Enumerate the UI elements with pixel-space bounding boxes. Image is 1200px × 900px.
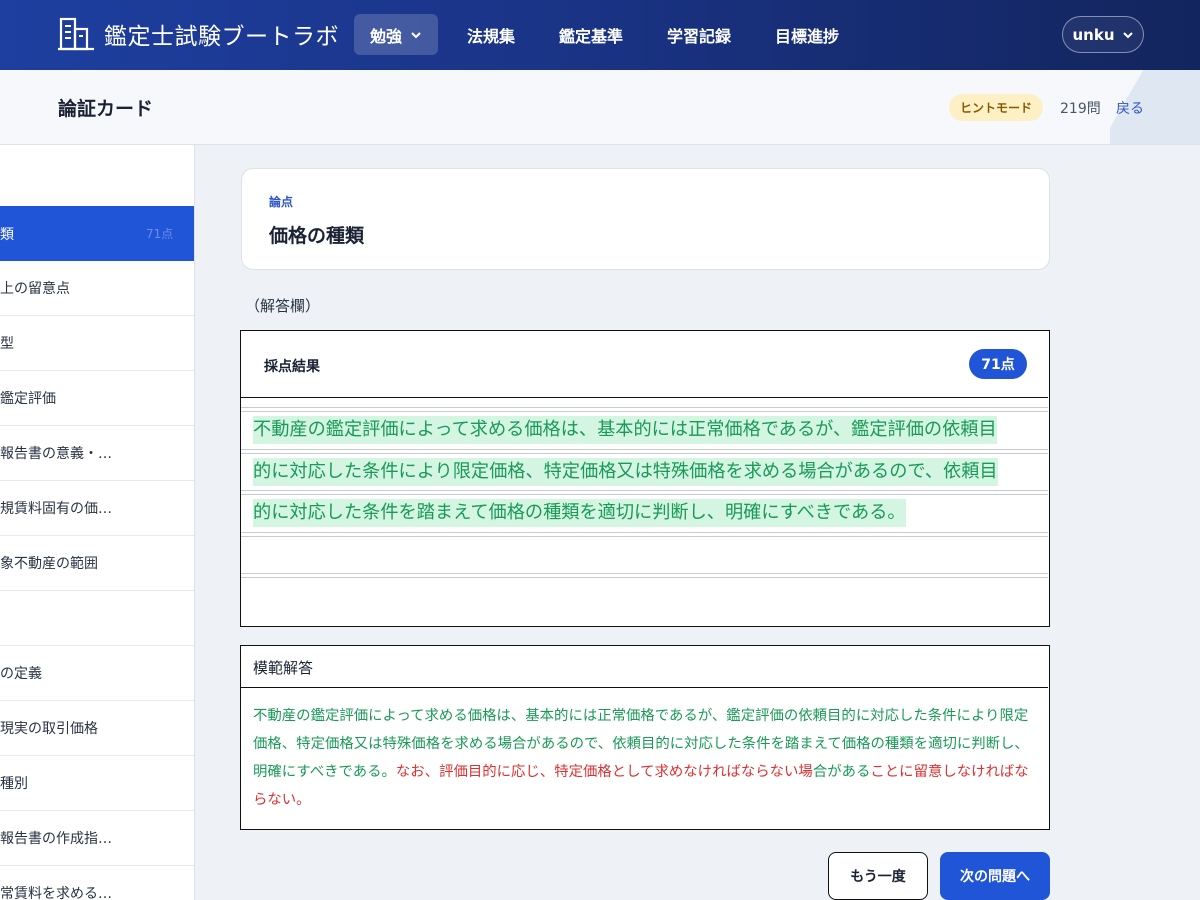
model-answer-title: 模範解答	[253, 659, 314, 677]
sidebar-item-label: 報告書の作成指…	[0, 831, 112, 847]
brand-name: 鑑定士試験ブートラボ	[104, 24, 339, 50]
sidebar-item[interactable]: 現実の取引価格	[0, 701, 194, 756]
grading-result-box: 採点結果 71点 不動産の鑑定評価によって求める価格は、基本的には正常価格である…	[240, 330, 1050, 627]
top-navbar: 鑑定士試験ブートラボ 勉強 法規集 鑑定基準 学習記録 目標進捗 unku	[0, 0, 1200, 70]
nav-records[interactable]: 学習記録	[667, 14, 731, 55]
nav-laws[interactable]: 法規集	[467, 14, 515, 55]
answer-line-text: 的に対応した条件により限定価格、特定価格又は特殊価格を求める場合があるので、依頼…	[253, 457, 998, 486]
topic-sidebar: 類 71点 上の留意点 型 鑑定評価 報告書の意義・… 規賃料固有の価… 象不動…	[0, 145, 195, 900]
sidebar-item-label: の定義	[0, 666, 42, 682]
topic-card: 論点 価格の種類	[241, 168, 1050, 270]
chevron-down-icon	[411, 31, 421, 38]
sidebar-item-label: 型	[0, 336, 14, 352]
sidebar-item-label: 現実の取引価格	[0, 721, 98, 737]
sidebar-item[interactable]: 報告書の作成指…	[0, 811, 194, 866]
answer-line[interactable]	[241, 573, 1048, 615]
question-count: 219問	[1060, 101, 1101, 117]
sidebar-item[interactable]: 常賃料を求める…	[0, 866, 194, 900]
model-answer-missed: 合がある	[812, 764, 871, 780]
next-question-button[interactable]: 次の問題へ	[940, 852, 1050, 900]
sidebar-item[interactable]: 規賃料固有の価…	[0, 481, 194, 536]
nav-study[interactable]: 勉強	[354, 14, 439, 55]
answer-line-text: 的に対応した条件を踏まえて価格の種類を適切に判断し、明確にすべきである。	[253, 499, 906, 527]
sidebar-item-label: 鑑定評価	[0, 391, 56, 407]
model-answer-text: 不動産の鑑定評価によって求める価格は、基本的には正常価格であるが、鑑定評価の依頼…	[253, 702, 1033, 814]
sidebar-item-label: 種別	[0, 776, 28, 792]
sidebar-item[interactable]: 象不動産の範囲	[0, 536, 194, 591]
sidebar-item[interactable]: の定義	[0, 646, 194, 701]
nav-study-label: 勉強	[370, 26, 403, 46]
answer-line[interactable]: 不動産の鑑定評価によって求める価格は、基本的には正常価格であるが、鑑定評価の依頼…	[241, 407, 1048, 449]
brand-logo[interactable]: 鑑定士試験ブートラボ	[58, 14, 339, 54]
answer-heading: （解答欄）	[245, 297, 321, 315]
chevron-down-icon	[1122, 31, 1133, 38]
sidebar-item-label: 上の留意点	[0, 281, 70, 297]
username: unku	[1072, 25, 1115, 44]
model-answer-box: 模範解答 不動産の鑑定評価によって求める価格は、基本的には正常価格であるが、鑑定…	[240, 645, 1050, 830]
sidebar-item-label: 常賃料を求める…	[0, 886, 112, 900]
nav-goals[interactable]: 目標進捗	[775, 14, 839, 55]
retry-button[interactable]: もう一度	[828, 852, 928, 900]
page-title: 論証カード	[58, 98, 154, 120]
back-link[interactable]: 戻る	[1116, 98, 1144, 118]
answer-line[interactable]: 的に対応した条件を踏まえて価格の種類を適切に判断し、明確にすべきである。	[241, 490, 1048, 532]
sidebar-item-label: 象不動産の範囲	[0, 556, 98, 572]
grading-result-header: 採点結果 71点	[241, 331, 1048, 398]
model-answer-header: 模範解答	[241, 646, 1048, 688]
nav-standards[interactable]: 鑑定基準	[559, 14, 623, 55]
topic-title: 価格の種類	[269, 225, 365, 247]
sidebar-item-label: 類	[0, 226, 14, 243]
sidebar-item[interactable]: 上の留意点	[0, 261, 194, 316]
sidebar-item[interactable]: 鑑定評価	[0, 371, 194, 426]
answer-line-text: 不動産の鑑定評価によって求める価格は、基本的には正常価格であるが、鑑定評価の依頼…	[253, 416, 997, 444]
sidebar-item[interactable]: 型	[0, 316, 194, 371]
sidebar-item-label: 規賃料固有の価…	[0, 501, 112, 517]
sidebar-item[interactable]: 報告書の意義・…	[0, 426, 194, 481]
topic-label: 論点	[269, 195, 294, 209]
grading-result-title: 採点結果	[264, 359, 320, 375]
sidebar-item-score: 71点	[146, 227, 174, 241]
user-menu-button[interactable]: unku	[1062, 16, 1144, 53]
answer-line[interactable]: 的に対応した条件により限定価格、特定価格又は特殊価格を求める場合があるので、依頼…	[241, 448, 1048, 491]
building-icon	[58, 17, 94, 51]
sidebar-item[interactable]: 種別	[0, 756, 194, 811]
answer-line[interactable]	[241, 531, 1048, 574]
sidebar-item-active[interactable]: 類 71点	[0, 206, 194, 261]
page-header: 論証カード ヒントモード 219問 戻る	[0, 70, 1200, 145]
sidebar-item[interactable]	[0, 591, 194, 646]
model-answer-missed: なお、評価目的に応じ、特定価格として求めなければならない場	[395, 764, 813, 780]
hint-mode-badge[interactable]: ヒントモード	[949, 94, 1043, 121]
sidebar-item-label: 報告書の意義・…	[0, 446, 112, 462]
score-badge: 71点	[969, 349, 1027, 379]
